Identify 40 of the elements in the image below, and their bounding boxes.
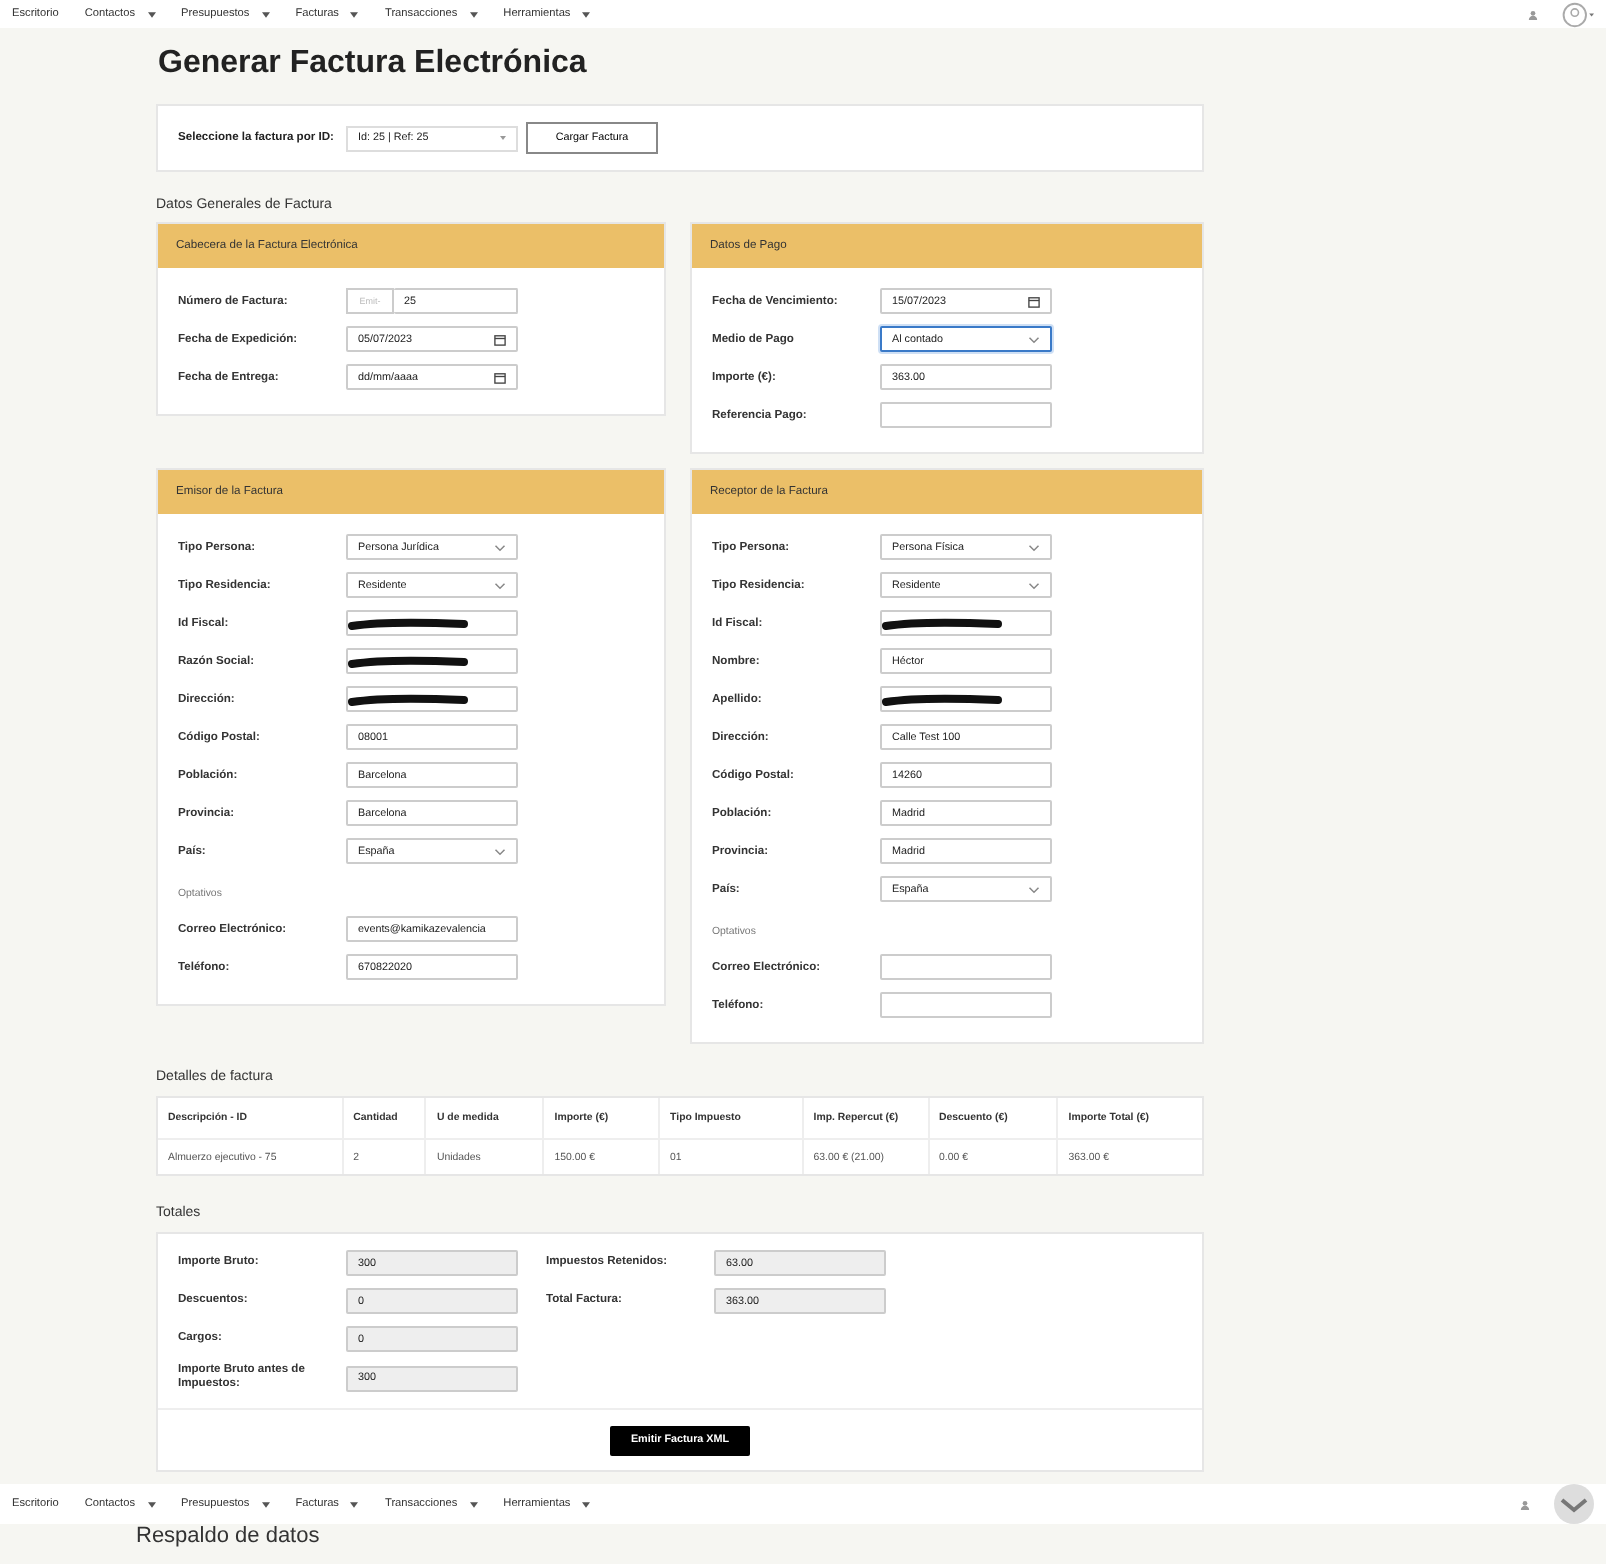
calendar-icon (1028, 295, 1040, 307)
redaction-scribble-icon (348, 615, 468, 631)
chevron-down-icon (1028, 581, 1040, 589)
caret-icon (469, 1501, 478, 1507)
caret-icon (350, 11, 359, 17)
caret-icon (582, 1501, 591, 1507)
input-field[interactable] (880, 686, 1052, 712)
page-title: Respaldo de datos (136, 1524, 322, 1550)
input-field[interactable] (880, 402, 1052, 428)
chevron-down-icon (1028, 543, 1040, 551)
caret-icon (147, 11, 155, 17)
avatar-icon[interactable] (1562, 1, 1594, 27)
redaction-scribble-icon (348, 653, 468, 669)
input-field[interactable] (880, 610, 1052, 636)
caret-icon (469, 11, 478, 17)
chevron-down-icon (494, 543, 506, 551)
caret-icon (261, 11, 270, 17)
redaction-scribble-icon (348, 691, 468, 707)
user-icon[interactable] (1528, 9, 1538, 19)
chevron-down-icon (494, 847, 506, 855)
calendar-icon (494, 333, 506, 345)
caret-icon (350, 1501, 359, 1507)
page-title: Generar Factura Electrónica (158, 44, 589, 84)
input-field[interactable] (346, 648, 518, 674)
calendar-icon (494, 371, 506, 383)
chevron-down-icon (1028, 335, 1040, 343)
redaction-scribble-icon (882, 615, 1002, 631)
caret-icon (147, 1501, 155, 1507)
caret-icon (582, 11, 591, 17)
logo-icon[interactable] (1554, 1484, 1594, 1524)
input-field[interactable] (880, 992, 1052, 1018)
input-field[interactable] (880, 954, 1052, 980)
chevron-down-icon (494, 581, 506, 589)
redaction-scribble-icon (882, 691, 1002, 707)
input-field[interactable] (346, 610, 518, 636)
caret-icon (261, 1501, 270, 1507)
user-icon[interactable] (1520, 1499, 1530, 1509)
caret-icon (500, 136, 506, 140)
input-field[interactable] (346, 686, 518, 712)
chevron-down-icon (1028, 885, 1040, 893)
